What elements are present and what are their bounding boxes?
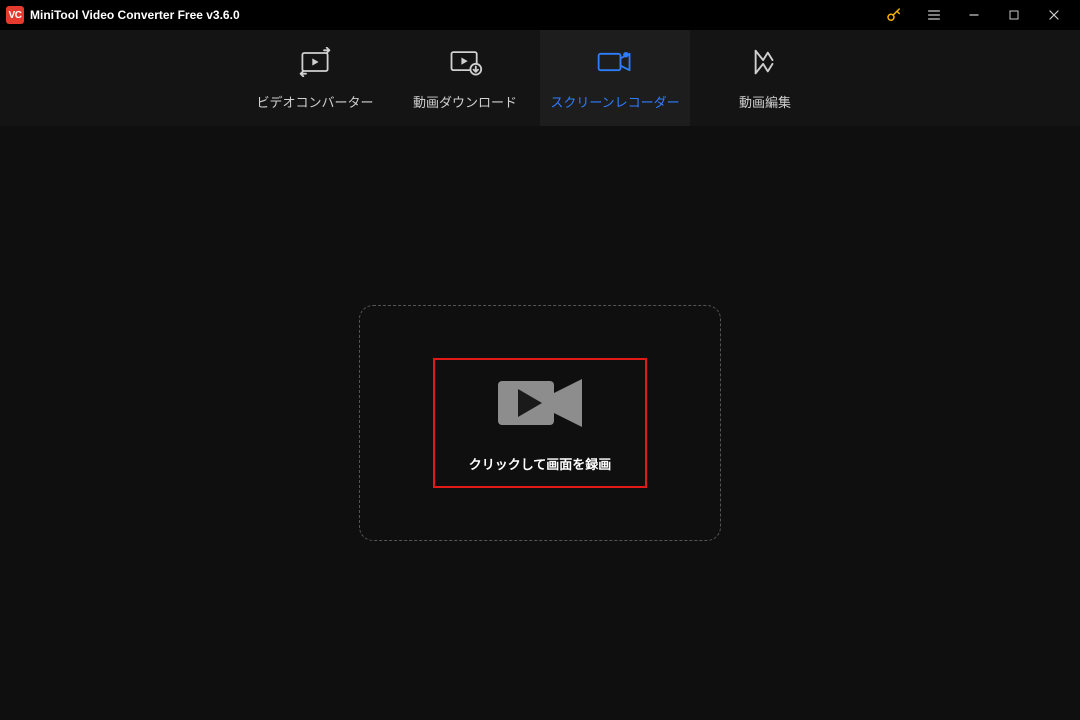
download-icon <box>447 46 483 78</box>
maximize-button[interactable] <box>994 0 1034 30</box>
app-logo-icon: VC <box>6 6 24 24</box>
tab-label: スクリーンレコーダー <box>550 92 679 111</box>
convert-icon <box>297 46 333 78</box>
record-screen-button[interactable]: クリックして画面を録画 <box>433 358 647 488</box>
content-area: クリックして画面を録画 <box>0 126 1080 720</box>
upgrade-key-button[interactable] <box>874 0 914 30</box>
tab-video-converter[interactable]: ビデオコンバーター <box>240 30 390 126</box>
titlebar-left: VC MiniTool Video Converter Free v3.6.0 <box>6 6 874 24</box>
camera-record-icon <box>490 373 590 438</box>
minimize-button[interactable] <box>954 0 994 30</box>
close-button[interactable] <box>1034 0 1074 30</box>
titlebar: VC MiniTool Video Converter Free v3.6.0 <box>0 0 1080 30</box>
tab-label: ビデオコンバーター <box>256 92 373 111</box>
titlebar-right <box>874 0 1074 30</box>
drop-panel: クリックして画面を録画 <box>359 305 721 541</box>
tab-label: 動画編集 <box>739 92 791 111</box>
video-edit-icon <box>750 46 780 78</box>
tab-video-download[interactable]: 動画ダウンロード <box>390 30 540 126</box>
app-title: MiniTool Video Converter Free v3.6.0 <box>30 8 240 22</box>
tab-label: 動画ダウンロード <box>413 92 517 111</box>
tab-screen-recorder[interactable]: スクリーンレコーダー <box>540 30 690 126</box>
record-label: クリックして画面を録画 <box>469 454 612 473</box>
menu-button[interactable] <box>914 0 954 30</box>
tab-strip: ビデオコンバーター 動画ダウンロード スクリーンレコーダー <box>0 30 1080 126</box>
screen-recorder-icon <box>595 46 635 78</box>
tab-video-edit[interactable]: 動画編集 <box>690 30 840 126</box>
